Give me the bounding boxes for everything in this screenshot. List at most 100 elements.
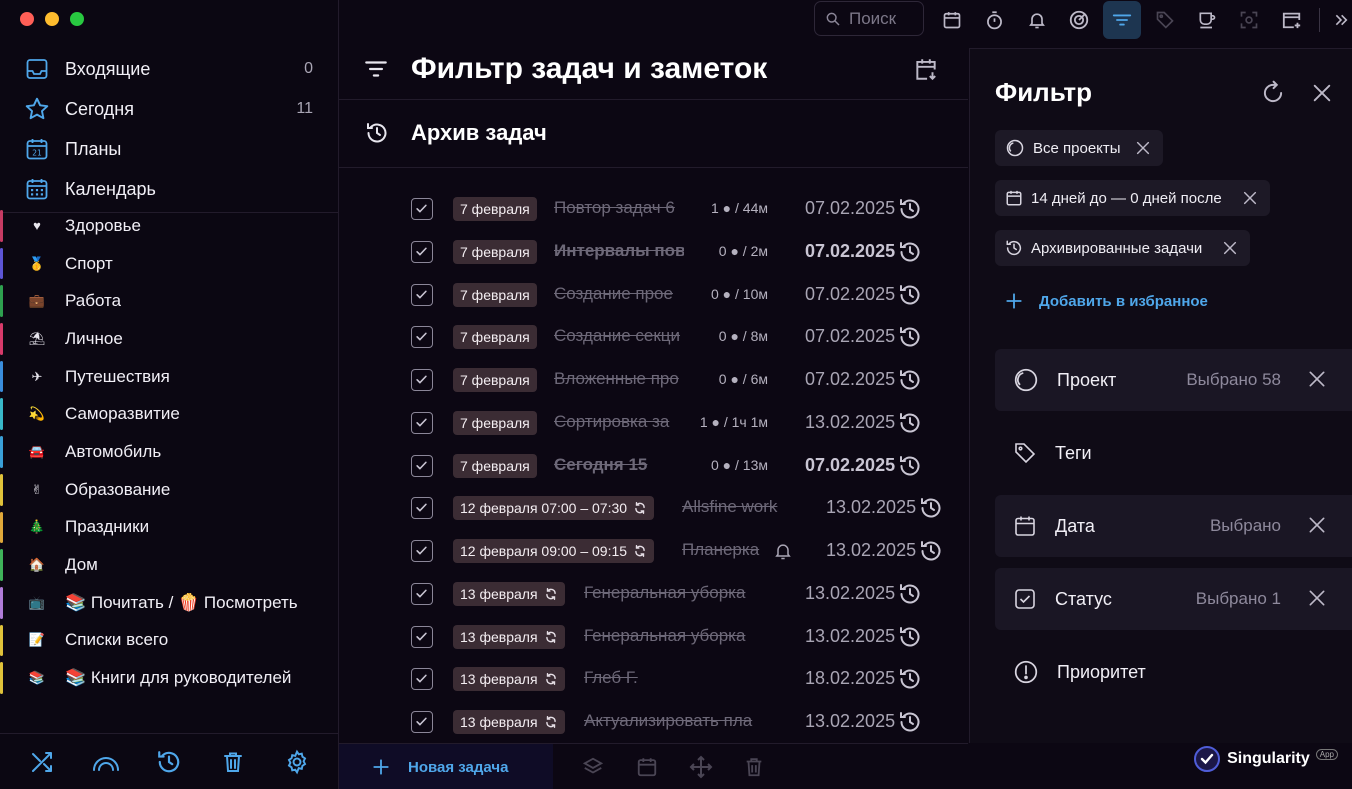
task-date-chip[interactable]: 7 февраля <box>453 325 537 350</box>
task-checkbox[interactable] <box>411 668 433 691</box>
task-date-chip[interactable]: 13 февраля <box>453 710 565 734</box>
task-row[interactable]: 12 февраля 09:00 – 09:15 Планерка 13.02.20… <box>339 530 968 572</box>
task-checkbox[interactable] <box>411 240 433 263</box>
task-date-chip[interactable]: 7 февраля <box>453 453 537 478</box>
calendar-arrow-icon[interactable] <box>913 56 939 82</box>
sidebar-item-inbox[interactable]: Входящие 0 <box>0 49 339 89</box>
toolbar-filter-button[interactable] <box>1103 1 1141 39</box>
sidebar-project-item[interactable]: ♥ Здоровье <box>0 207 339 245</box>
reset-icon[interactable] <box>1260 80 1286 106</box>
history-icon[interactable] <box>898 283 922 307</box>
sidebar-project-item[interactable]: ⛱ Личное <box>0 320 339 358</box>
trash-icon[interactable] <box>741 754 767 780</box>
task-checkbox[interactable] <box>411 369 433 391</box>
filter-row-tags[interactable]: Теги <box>995 422 1352 484</box>
task-date-chip[interactable]: 13 февраля <box>453 624 565 649</box>
history-icon[interactable] <box>898 582 922 606</box>
task-date-chip[interactable]: 7 февраля <box>453 239 537 264</box>
task-row[interactable]: 7 февраля Сортировка за 1 ● / 1ч 1м 13.02.2… <box>339 402 968 444</box>
task-checkbox[interactable] <box>411 198 433 220</box>
filter-row-project[interactable]: Проект Выбрано 58 <box>995 349 1352 411</box>
task-checkbox[interactable] <box>411 326 433 349</box>
task-checkbox[interactable] <box>411 411 433 434</box>
sidebar-project-item[interactable]: ✌ Образование <box>0 471 339 509</box>
close-icon[interactable] <box>1135 140 1151 156</box>
task-checkbox[interactable] <box>411 540 433 562</box>
filter-menu-icon[interactable] <box>363 57 389 81</box>
filter-chip-dates[interactable]: 14 дней до — 0 дней после <box>995 180 1270 216</box>
habits-arc-icon[interactable] <box>92 748 120 776</box>
sidebar-project-item[interactable]: 📚 📚 Книги для руководителей <box>0 659 339 697</box>
sidebar-project-item[interactable]: 🥇 Спорт <box>0 245 339 283</box>
task-title[interactable]: Сортировка за <box>554 412 684 432</box>
filter-row-date[interactable]: Дата Выбрано <box>995 495 1352 557</box>
task-checkbox[interactable] <box>411 283 433 306</box>
filter-chip-archived[interactable]: Архивированные задачи <box>995 230 1251 266</box>
sidebar-project-item[interactable]: 🚘 Автомобиль <box>0 433 339 471</box>
history-icon[interactable] <box>898 667 922 691</box>
toolbar-screenshot-button[interactable] <box>1230 1 1268 39</box>
history-icon[interactable] <box>898 368 922 392</box>
calendar-icon[interactable] <box>634 754 660 780</box>
sidebar-project-item[interactable]: 📺 📚 Почитать / 🍿 Посмотреть <box>0 584 339 622</box>
task-row[interactable]: 7 февраля Создание прое 0 ● / 10м 07.02.202… <box>339 274 968 316</box>
task-title[interactable]: Сегодня 15 <box>554 455 684 475</box>
task-title[interactable]: Allsfine work <box>682 497 782 517</box>
history-icon[interactable] <box>155 748 183 776</box>
task-title[interactable]: Создание секци <box>554 326 684 346</box>
task-title[interactable]: Повтор задач 6 <box>554 198 684 218</box>
close-icon[interactable] <box>1307 588 1327 608</box>
close-icon[interactable] <box>1311 82 1333 104</box>
task-title[interactable]: Актуализировать пла <box>584 711 759 731</box>
task-date-chip[interactable]: 7 февраля <box>453 197 537 221</box>
close-icon[interactable] <box>1307 369 1327 389</box>
task-title[interactable]: Генеральная уборка <box>584 626 759 646</box>
filter-row-priority[interactable]: Приоритет <box>995 641 1352 703</box>
task-row[interactable]: 13 февраля Актуализировать пла 13.02.2025 <box>339 701 968 743</box>
move-icon[interactable] <box>688 754 714 780</box>
toolbar-notifications-button[interactable] <box>1018 1 1056 39</box>
new-task-button[interactable]: Новая задача <box>339 744 553 789</box>
history-icon[interactable] <box>898 454 922 478</box>
history-icon[interactable] <box>898 197 922 221</box>
task-checkbox[interactable] <box>411 497 433 520</box>
toolbar-calendar-button[interactable] <box>933 1 971 39</box>
add-to-favorites-button[interactable]: Добавить в избранное <box>1005 292 1208 310</box>
task-title[interactable]: Планерка <box>682 540 782 560</box>
history-icon[interactable] <box>898 625 922 649</box>
sidebar-project-item[interactable]: 🏠 Дом <box>0 546 339 584</box>
task-title[interactable]: Вложенные про <box>554 369 684 389</box>
sidebar-item-plans[interactable]: 21 Планы <box>0 129 339 169</box>
filter-row-status[interactable]: Статус Выбрано 1 <box>995 568 1352 630</box>
sidebar-project-item[interactable]: 💫 Саморазвитие <box>0 395 339 433</box>
close-window-button[interactable] <box>20 12 34 26</box>
task-date-chip[interactable]: 7 февраля <box>453 282 537 307</box>
history-icon[interactable] <box>898 710 922 734</box>
task-row[interactable]: 13 февраля Генеральная уборка 13.02.2025 <box>339 573 968 615</box>
toolbar-coffee-button[interactable] <box>1188 1 1226 39</box>
history-icon[interactable] <box>898 411 922 435</box>
toolbar-timer-button[interactable] <box>975 1 1013 39</box>
close-icon[interactable] <box>1222 240 1238 256</box>
settings-gear-icon[interactable] <box>283 748 311 776</box>
task-title[interactable]: Создание прое <box>554 284 684 304</box>
sidebar-project-item[interactable]: 📝 Списки всего <box>0 622 339 660</box>
task-date-chip[interactable]: 13 февраля <box>453 581 565 606</box>
history-icon[interactable] <box>919 539 943 563</box>
task-row[interactable]: 7 февраля Создание секци 0 ● / 8м 07.02.202… <box>339 316 968 358</box>
task-row[interactable]: 7 февраля Повтор задач 6 1 ● / 44м 07.02.20… <box>339 188 968 230</box>
task-row[interactable]: 13 февраля Глеб Г. 18.02.2025 <box>339 658 968 700</box>
toolbar-expand-button[interactable] <box>1328 1 1352 39</box>
close-icon[interactable] <box>1307 515 1327 535</box>
layers-icon[interactable] <box>580 754 606 780</box>
task-date-chip[interactable]: 13 февраля <box>453 667 565 692</box>
task-checkbox[interactable] <box>411 582 433 605</box>
task-title[interactable]: Глеб Г. <box>584 668 759 688</box>
sidebar-item-calendar[interactable]: Календарь <box>0 169 339 209</box>
history-icon[interactable] <box>919 496 943 520</box>
task-checkbox[interactable] <box>411 711 433 733</box>
trash-icon[interactable] <box>219 748 247 776</box>
sidebar-project-item[interactable]: 🎄 Праздники <box>0 509 339 547</box>
history-icon[interactable] <box>898 240 922 264</box>
task-row[interactable]: 12 февраля 07:00 – 07:30 Allsfine work 13.… <box>339 487 968 529</box>
